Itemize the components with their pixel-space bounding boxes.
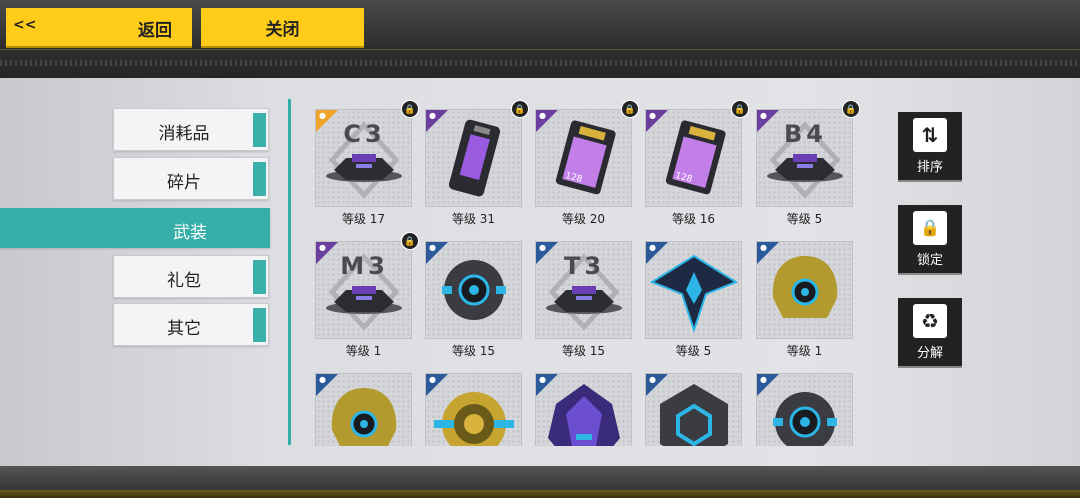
rarity-corner: ●	[316, 374, 338, 396]
rarity-corner: ●	[536, 242, 558, 264]
user-icon: ●	[319, 243, 326, 252]
inventory-item[interactable]: 128 ●	[645, 109, 742, 207]
sort-label: 排序	[916, 160, 943, 175]
lock-label: 锁定	[916, 253, 943, 268]
bottom-bar	[0, 466, 1080, 498]
user-icon: ●	[760, 111, 767, 120]
inventory-item[interactable]: 128 ●	[535, 109, 632, 207]
disassemble-button[interactable]: ♻ 分解	[898, 298, 962, 366]
rarity-corner: ●	[757, 242, 779, 264]
user-icon: ●	[760, 375, 767, 384]
item-level: 等级 17	[341, 212, 386, 226]
rarity-corner: ●	[536, 374, 558, 396]
item-level: 等级 20	[561, 212, 606, 226]
rarity-corner: ●	[646, 242, 668, 264]
rarity-corner: ●	[316, 242, 338, 264]
user-icon: ●	[649, 243, 656, 252]
item-level: 等级 15	[561, 344, 606, 358]
rarity-corner: ●	[426, 374, 448, 396]
user-icon: ●	[319, 111, 326, 120]
rarity-corner: ●	[757, 110, 779, 132]
item-level: 等级 5	[786, 212, 823, 226]
inventory-item[interactable]: C3 ●	[315, 109, 412, 207]
rarity-corner: ●	[426, 242, 448, 264]
inventory-item[interactable]: ●	[425, 109, 522, 207]
rarity-corner: ●	[316, 110, 338, 132]
user-icon: ●	[539, 111, 546, 120]
recycle-icon: ♻	[913, 304, 947, 338]
inventory-item[interactable]: ●	[315, 373, 412, 446]
rarity-corner: ●	[646, 374, 668, 396]
user-icon: ●	[429, 375, 436, 384]
inventory-item[interactable]: ●	[425, 373, 522, 446]
item-level: 等级 15	[451, 344, 496, 358]
rarity-corner: ●	[536, 110, 558, 132]
user-icon: ●	[429, 243, 436, 252]
inventory-item[interactable]: ●	[535, 373, 632, 446]
lock-badge-icon: 🔒	[401, 232, 419, 250]
user-icon: ●	[429, 111, 436, 120]
lock-icon: 🔒	[913, 211, 947, 245]
user-icon: ●	[760, 243, 767, 252]
sort-icon: ⇅	[913, 118, 947, 152]
user-icon: ●	[649, 375, 656, 384]
user-icon: ●	[539, 243, 546, 252]
item-level: 等级 5	[675, 344, 712, 358]
rarity-corner: ●	[426, 110, 448, 132]
sort-button[interactable]: ⇅ 排序	[898, 112, 962, 180]
inventory-item[interactable]: ●	[756, 241, 853, 339]
item-level: 等级 1	[345, 344, 382, 358]
lock-badge-icon: 🔒	[842, 100, 860, 118]
item-level: 等级 16	[671, 212, 716, 226]
user-icon: ●	[539, 375, 546, 384]
lock-badge-icon: 🔒	[621, 100, 639, 118]
lock-button[interactable]: 🔒 锁定	[898, 205, 962, 273]
user-icon: ●	[649, 111, 656, 120]
lock-badge-icon: 🔒	[401, 100, 419, 118]
rarity-corner: ●	[757, 374, 779, 396]
disassemble-label: 分解	[916, 346, 943, 361]
inventory-item[interactable]: M3 ●	[315, 241, 412, 339]
item-level: 等级 31	[451, 212, 496, 226]
item-level: 等级 1	[786, 344, 823, 358]
inventory-item[interactable]: B4 ●	[756, 109, 853, 207]
inventory-item[interactable]: ●	[756, 373, 853, 446]
inventory-item[interactable]: ●	[645, 373, 742, 446]
inventory-item[interactable]: ●	[425, 241, 522, 339]
rarity-corner: ●	[646, 110, 668, 132]
user-icon: ●	[319, 375, 326, 384]
inventory-item[interactable]: T3 ●	[535, 241, 632, 339]
lock-badge-icon: 🔒	[731, 100, 749, 118]
inventory-item[interactable]: ●	[645, 241, 742, 339]
lock-badge-icon: 🔒	[511, 100, 529, 118]
